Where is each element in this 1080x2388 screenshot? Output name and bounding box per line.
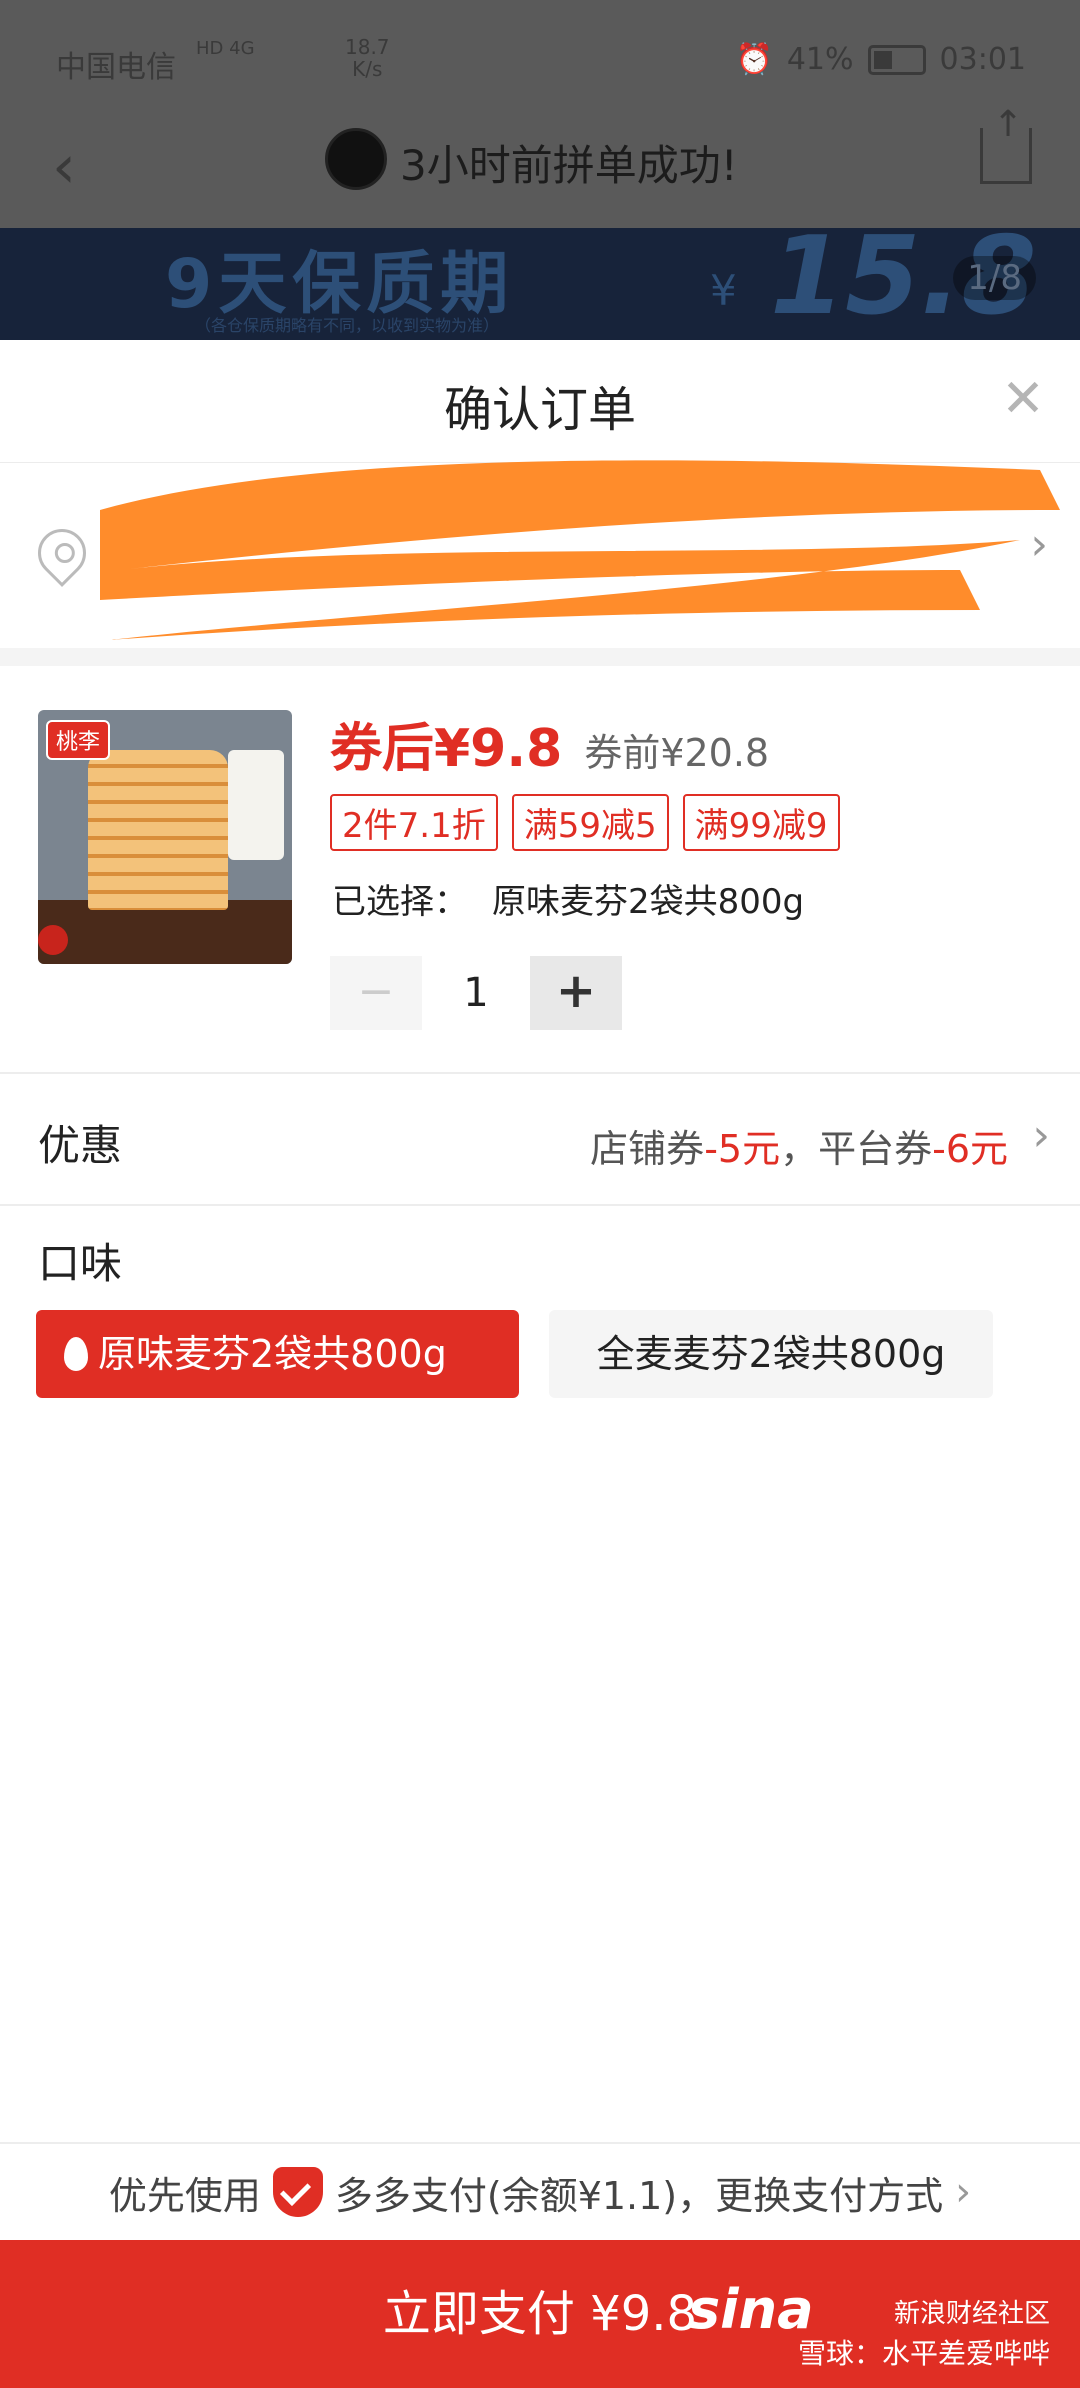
flavor-options: 原味麦芬2袋共800g 全麦麦芬2袋共800g — [36, 1310, 993, 1398]
price-before-coupon: 券前¥20.8 — [584, 731, 770, 775]
discount-detail: 店铺券-5元，平台券-6元 — [590, 1118, 1008, 1173]
fire-icon — [64, 1337, 88, 1371]
watermark-line2: 雪球：水平差爱哔哔 — [797, 2337, 1050, 2370]
share-icon[interactable] — [980, 104, 1032, 184]
nav-bar: ‹ 3小时前拼单成功! — [0, 104, 1080, 228]
payment-method-row[interactable]: 优先使用 多多支付(余额¥1.1)，更换支付方式 › — [0, 2142, 1080, 2240]
increase-button[interactable]: + — [530, 956, 622, 1030]
brand-tag: 桃李 — [46, 720, 111, 760]
pay-now-label: 立即支付 ¥9.8 — [382, 2286, 698, 2342]
banner-currency: ¥ — [710, 266, 737, 315]
flavor-option-original[interactable]: 原味麦芬2袋共800g — [36, 1310, 519, 1398]
quantity-stepper: − 1 + — [330, 956, 622, 1030]
platform-coupon-amount: -6元 — [932, 1127, 1008, 1171]
shop-coupon-amount: -5元 — [704, 1127, 781, 1171]
image-bread — [88, 750, 228, 910]
carrier-label: 中国电信 — [56, 50, 176, 85]
selected-value: 原味麦芬2袋共800g — [492, 882, 805, 922]
chevron-right-icon: › — [1032, 1110, 1050, 1161]
pay-now-button[interactable]: 立即支付 ¥9.8 sina 新浪财经社区 雪球：水平差爱哔哔 — [0, 2240, 1080, 2388]
flavor-label: 口味 — [38, 1239, 123, 1288]
flavor-option-label: 全麦麦芬2袋共800g — [596, 1332, 946, 1376]
price-row: 券后¥9.8 券前¥20.8 — [330, 706, 769, 781]
selected-label: 已选择： — [332, 882, 468, 922]
banner-note: （各仓保质期略有不同，以收到实物为准） — [195, 316, 500, 335]
promo-tag: 满99减9 — [682, 794, 840, 851]
flavor-option-wholewheat[interactable]: 全麦麦芬2袋共800g — [549, 1310, 993, 1398]
discount-label: 优惠 — [38, 1121, 123, 1170]
status-bar: 中国电信 HD 4G 18.7 K/s ⏰ 41% 03:01 — [0, 0, 1080, 118]
shop-coupon-label: 店铺券 — [590, 1127, 705, 1171]
watermark: sina 新浪财经社区 雪球：水平差爱哔哔 — [688, 2283, 1050, 2374]
section-gap — [0, 648, 1080, 666]
alarm-icon: ⏰ — [735, 42, 773, 77]
close-icon[interactable]: ✕ — [998, 373, 1048, 426]
sheet-title: 确认订单 — [443, 382, 636, 438]
image-counter: 1/8 — [953, 256, 1036, 300]
promo-tags: 2件7.1折 满59减5 满99减9 — [330, 794, 840, 851]
shield-check-icon — [272, 2167, 323, 2217]
flavor-option-label: 原味麦芬2袋共800g — [98, 1332, 447, 1376]
price-after-coupon: 券后¥9.8 — [330, 719, 563, 779]
network-speed: 18.7 K/s — [345, 35, 390, 81]
discount-row[interactable]: 优惠 店铺券-5元，平台券-6元 › — [0, 1072, 1080, 1206]
selected-spec: 已选择： 原味麦芬2袋共800g — [332, 874, 804, 923]
status-right: ⏰ 41% 03:01 — [735, 42, 1026, 77]
network-indicator: HD 4G — [196, 38, 255, 59]
watermark-line1: 新浪财经社区 — [893, 2299, 1050, 2329]
product-image[interactable]: 桃李 — [38, 710, 292, 964]
confirm-order-sheet: 确认订单 ✕ › 桃李 券后¥9.8 券前¥20.8 2件7.1折 满59减5 … — [0, 340, 1080, 2388]
coupon-separator: ， — [780, 1127, 819, 1171]
platform-coupon-label: 平台券 — [818, 1127, 933, 1171]
image-berry — [38, 925, 68, 955]
image-milk — [228, 750, 284, 860]
payment-method: 多多支付(余额¥1.1)，更换支付方式 — [334, 2173, 944, 2218]
redaction-scribble — [100, 460, 1060, 640]
payment-prefix: 优先使用 — [108, 2173, 261, 2218]
back-chevron-icon[interactable]: ‹ — [52, 132, 76, 202]
nav-title: 3小时前拼单成功! — [400, 141, 738, 190]
avatar — [325, 128, 387, 190]
quantity-value: 1 — [463, 970, 489, 1016]
promo-tag: 满59减5 — [511, 794, 669, 851]
promo-tag: 2件7.1折 — [330, 794, 498, 851]
battery-icon — [867, 44, 926, 75]
sina-logo: sina — [687, 2278, 814, 2341]
decrease-button[interactable]: − — [330, 956, 422, 1030]
battery-percent: 41% — [786, 42, 854, 77]
product-banner: 9天保质期 （各仓保质期略有不同，以收到实物为准） ¥ 15.8 1/8 — [0, 214, 1080, 340]
chevron-right-icon: › — [955, 2169, 972, 2215]
clock: 03:01 — [939, 42, 1026, 77]
product-section: 桃李 券后¥9.8 券前¥20.8 2件7.1折 满59减5 满99减9 已选择… — [0, 666, 1080, 1072]
